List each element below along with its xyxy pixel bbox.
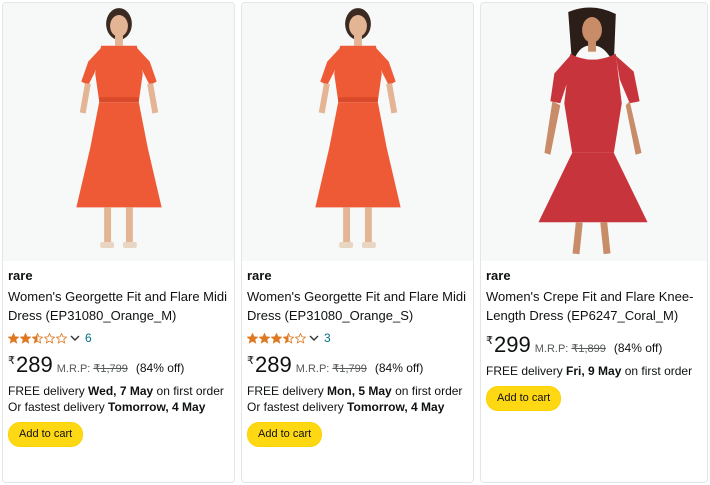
product-title[interactable]: Women's Georgette Fit and Flare Midi Dre… bbox=[8, 287, 230, 325]
free-delivery-line: FREE delivery Mon, 5 May on first order bbox=[247, 383, 469, 399]
product-title-line-1[interactable]: Women's Georgette Fit and Flare Midi bbox=[247, 287, 469, 306]
product-card[interactable]: rare Women's Georgette Fit and Flare Mid… bbox=[241, 2, 474, 483]
product-title-line-2[interactable]: Length Dress (EP6247_Coral_M) bbox=[486, 306, 703, 325]
mrp-price: ₹1,799 bbox=[332, 363, 367, 375]
product-title-line-2[interactable]: Dress (EP31080_Orange_M) bbox=[8, 306, 230, 325]
brand-name: rare bbox=[8, 268, 33, 283]
delivery-date: Mon, 5 May bbox=[327, 384, 392, 398]
delivery-prefix: FREE delivery bbox=[247, 384, 324, 398]
price: 289 bbox=[16, 352, 53, 377]
dress-image-midi bbox=[76, 8, 162, 248]
product-card[interactable]: rare Women's Crepe Fit and Flare Knee- L… bbox=[480, 2, 708, 483]
delivery-prefix: FREE delivery bbox=[486, 364, 563, 378]
product-image[interactable] bbox=[242, 3, 473, 261]
product-title-line-2[interactable]: Dress (EP31080_Orange_S) bbox=[247, 306, 469, 325]
mrp-price: ₹1,799 bbox=[93, 363, 128, 375]
free-delivery-line: FREE delivery Wed, 7 May on first order bbox=[8, 383, 230, 399]
price: 289 bbox=[255, 352, 292, 377]
currency-symbol: ₹ bbox=[247, 355, 254, 367]
fastest-delivery-line: Or fastest delivery Tomorrow, 4 May bbox=[247, 399, 469, 415]
price: 299 bbox=[494, 332, 531, 357]
currency-symbol: ₹ bbox=[8, 355, 15, 367]
discount-percent: (84% off) bbox=[613, 341, 663, 355]
chevron-down-icon[interactable] bbox=[309, 333, 319, 343]
mrp-label: M.R.P: bbox=[56, 363, 91, 375]
star-rating[interactable] bbox=[247, 332, 307, 344]
star-icon bbox=[295, 332, 306, 344]
fastest-date: Tomorrow, 4 May bbox=[347, 400, 445, 414]
delivery-date: Fri, 9 May bbox=[566, 364, 622, 378]
discount-percent: (84% off) bbox=[374, 361, 424, 375]
mrp-label: M.R.P: bbox=[295, 363, 330, 375]
add-to-cart-button[interactable]: Add to cart bbox=[486, 386, 562, 411]
currency-symbol: ₹ bbox=[486, 335, 493, 347]
fastest-date: Tomorrow, 4 May bbox=[108, 400, 206, 414]
chevron-down-icon[interactable] bbox=[70, 333, 80, 343]
star-icon bbox=[259, 332, 270, 344]
delivery-date: Wed, 7 May bbox=[88, 384, 154, 398]
product-title[interactable]: Women's Crepe Fit and Flare Knee- Length… bbox=[486, 287, 703, 325]
star-icon bbox=[271, 332, 282, 344]
add-to-cart-button[interactable]: Add to cart bbox=[8, 422, 84, 447]
product-image[interactable] bbox=[481, 3, 707, 261]
star-icon bbox=[56, 332, 67, 344]
fastest-delivery-line: Or fastest delivery Tomorrow, 4 May bbox=[8, 399, 230, 415]
product-grid: rare Women's Georgette Fit and Flare Mid… bbox=[0, 0, 710, 485]
fastest-prefix: Or fastest delivery bbox=[247, 400, 344, 414]
delivery-info: FREE delivery Mon, 5 May on first order … bbox=[247, 383, 469, 415]
rating-row: 3 bbox=[247, 328, 469, 348]
mrp-label: M.R.P: bbox=[534, 343, 569, 355]
product-title-line-1[interactable]: Women's Georgette Fit and Flare Midi bbox=[8, 287, 230, 306]
star-icon bbox=[283, 332, 294, 344]
rating-row: 6 bbox=[8, 328, 230, 348]
product-card[interactable]: rare Women's Georgette Fit and Flare Mid… bbox=[2, 2, 235, 483]
rating-count-link[interactable]: 6 bbox=[85, 331, 92, 345]
star-icon bbox=[44, 332, 55, 344]
brand-name: rare bbox=[486, 268, 511, 283]
price-row: ₹ 299 M.R.P: ₹1,899 (84% off) bbox=[486, 333, 703, 357]
product-image[interactable] bbox=[3, 3, 234, 261]
discount-percent: (84% off) bbox=[135, 361, 185, 375]
delivery-info: FREE delivery Fri, 9 May on first order bbox=[486, 363, 703, 379]
star-icon bbox=[32, 332, 43, 344]
dress-image-midi bbox=[315, 8, 401, 248]
price-row: ₹ 289 M.R.P: ₹1,799 (84% off) bbox=[247, 353, 469, 377]
free-delivery-line: FREE delivery Fri, 9 May on first order bbox=[486, 363, 703, 379]
star-icon bbox=[8, 332, 19, 344]
star-icon bbox=[247, 332, 258, 344]
star-rating[interactable] bbox=[8, 332, 68, 344]
add-to-cart-button[interactable]: Add to cart bbox=[247, 422, 323, 447]
product-title-line-1[interactable]: Women's Crepe Fit and Flare Knee- bbox=[486, 287, 703, 306]
delivery-info: FREE delivery Wed, 7 May on first order … bbox=[8, 383, 230, 415]
dress-image-knee-length bbox=[538, 7, 648, 255]
product-title[interactable]: Women's Georgette Fit and Flare Midi Dre… bbox=[247, 287, 469, 325]
price-row: ₹ 289 M.R.P: ₹1,799 (84% off) bbox=[8, 353, 230, 377]
mrp-price: ₹1,899 bbox=[571, 343, 606, 355]
brand-name: rare bbox=[247, 268, 272, 283]
star-icon bbox=[20, 332, 31, 344]
delivery-suffix: on first order bbox=[156, 384, 224, 398]
delivery-suffix: on first order bbox=[624, 364, 693, 378]
rating-count-link[interactable]: 3 bbox=[324, 331, 331, 345]
fastest-prefix: Or fastest delivery bbox=[8, 400, 105, 414]
delivery-suffix: on first order bbox=[395, 384, 463, 398]
delivery-prefix: FREE delivery bbox=[8, 384, 85, 398]
